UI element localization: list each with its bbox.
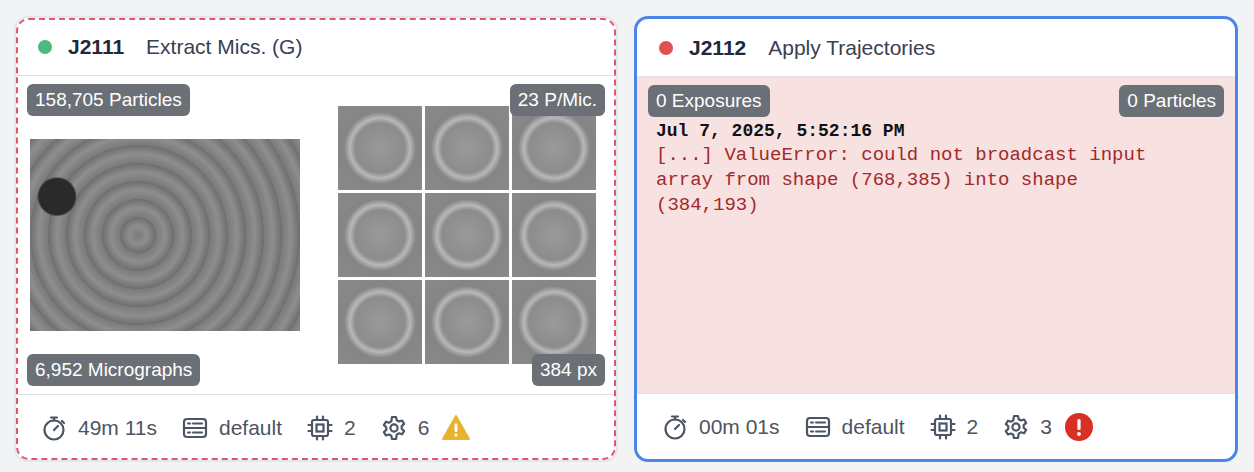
particle-image: [512, 280, 596, 364]
status-dot: [38, 40, 52, 54]
server-icon: [181, 414, 209, 442]
particle-image: [425, 280, 509, 364]
card-header: J2112 Apply Trajectories: [637, 19, 1235, 77]
lane-item: default: [181, 414, 282, 442]
count-badge: 23 P/Mic.: [510, 84, 605, 116]
lane-item: default: [804, 413, 905, 441]
runtime-value: 00m 01s: [699, 415, 780, 439]
job-card[interactable]: J2112 Apply Trajectories Jul 7, 2025, 5:52…: [634, 16, 1238, 462]
preview-panel: 158,705 Particles 23 P/Mic. 6,952 Microgra…: [16, 76, 616, 394]
particle-image: [512, 106, 596, 190]
particle-image: [338, 280, 422, 364]
runtime-item: 00m 01s: [661, 413, 780, 441]
card-header: J2111 Extract Mics. (G): [16, 18, 616, 76]
highlight-outline: [16, 18, 616, 460]
particle-image: [512, 193, 596, 277]
params-value: 6: [418, 416, 430, 440]
job-title: Extract Mics. (G): [146, 35, 302, 59]
micrograph-image: [30, 139, 300, 331]
error-panel: Jul 7, 2025, 5:52:16 PM[...] ValueError:…: [637, 77, 1235, 393]
chip-icon: [306, 414, 334, 442]
gpus-item: 2: [306, 414, 356, 442]
log-time: Jul 7, 2025, 5:52:16 PM: [656, 119, 1215, 143]
particle-image: [338, 193, 422, 277]
gpus-value: 2: [967, 415, 979, 439]
chip-icon: [929, 413, 957, 441]
log-message: [...] ValueError: could not broadcast in…: [656, 143, 1186, 218]
params-value: 3: [1040, 415, 1052, 439]
particle-image: [338, 106, 422, 190]
runtime-value: 49m 11s: [78, 416, 157, 440]
params-item: 3: [1002, 413, 1052, 441]
params-item: 6: [380, 414, 430, 442]
job-id: J2111: [68, 35, 124, 59]
count-badge: 6,952 Micrographs: [27, 354, 200, 386]
job-id: J2112: [689, 36, 746, 60]
stopwatch-icon: [40, 414, 68, 442]
status-dot: [659, 41, 673, 55]
runtime-item: 49m 11s: [40, 414, 157, 442]
job-card[interactable]: J2111 Extract Mics. (G) 158,705 Particles 2…: [14, 16, 618, 462]
particle-image: [425, 106, 509, 190]
card-footer: 00m 01s default 2 3: [637, 393, 1235, 459]
error-icon[interactable]: [1064, 412, 1094, 442]
count-badge: 158,705 Particles: [27, 84, 190, 116]
gpus-item: 2: [929, 413, 979, 441]
gpus-value: 2: [344, 416, 356, 440]
count-badge: 0 Exposures: [648, 85, 770, 117]
lane-value: default: [219, 416, 282, 440]
lane-value: default: [842, 415, 905, 439]
server-icon: [804, 413, 832, 441]
count-badge: 384 px: [532, 354, 605, 386]
gear-icon: [1002, 413, 1030, 441]
gear-icon: [380, 414, 408, 442]
count-badge: 0 Particles: [1119, 85, 1224, 117]
warning-icon[interactable]: [441, 413, 471, 443]
particle-image: [425, 193, 509, 277]
particle-grid: [338, 106, 596, 364]
job-title: Apply Trajectories: [768, 36, 935, 60]
job-grid: J2111 Extract Mics. (G) 158,705 Particles 2…: [0, 0, 1254, 472]
stopwatch-icon: [661, 413, 689, 441]
card-footer: 49m 11s default 2 6: [16, 394, 616, 460]
